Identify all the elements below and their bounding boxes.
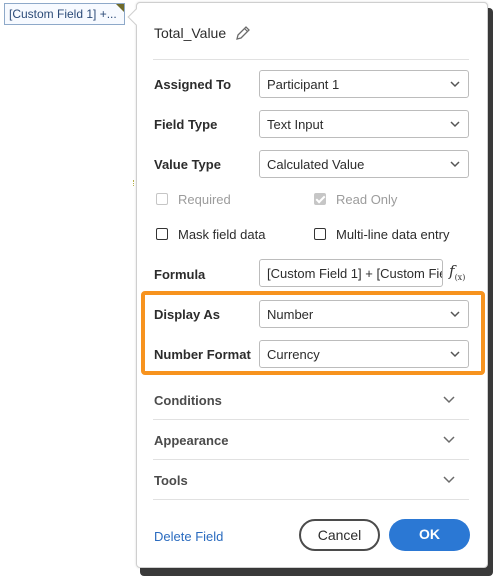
section-conditions[interactable]: Conditions [154,393,222,408]
display-as-value: Number [267,307,314,322]
assigned-to-value: Participant 1 [267,77,340,92]
multi-line-label: Multi-line data entry [336,227,450,242]
fx-icon[interactable]: f(x) [449,262,465,282]
formula-input[interactable]: [Custom Field 1] + [Custom Field 2] [259,259,443,287]
connector-dots [133,180,135,186]
pencil-icon[interactable] [235,25,251,41]
chevron-down-icon [450,161,460,168]
field-corner-marker [115,4,124,13]
number-format-value: Currency [267,347,320,362]
read-only-checkbox[interactable] [314,193,326,205]
cancel-button[interactable]: Cancel [299,519,380,551]
section-tools[interactable]: Tools [154,473,188,488]
divider [153,419,469,420]
panel-notch [127,8,145,26]
chevron-down-icon [450,81,460,88]
delete-field-link[interactable]: Delete Field [154,529,223,544]
field-type-value: Text Input [267,117,324,132]
field-tag-label: [Custom Field 1] +... [9,7,117,21]
multi-line-checkbox[interactable] [314,228,326,240]
chevron-down-icon[interactable] [443,476,455,484]
chevron-down-icon [450,311,460,318]
display-as-label: Display As [154,307,220,322]
chevron-down-icon [450,351,460,358]
ok-button[interactable]: OK [389,519,470,551]
field-tag[interactable]: [Custom Field 1] +... [4,3,125,25]
formula-label: Formula [154,267,206,282]
display-as-select[interactable]: Number [259,300,469,328]
section-appearance[interactable]: Appearance [154,433,228,448]
required-label: Required [178,192,231,207]
value-type-select[interactable]: Calculated Value [259,150,469,178]
field-properties-panel: Total_Value Assigned To Participant 1 Fi… [127,2,488,568]
value-type-value: Calculated Value [267,157,365,172]
chevron-down-icon [450,121,460,128]
number-format-select[interactable]: Currency [259,340,469,368]
divider [153,499,469,500]
divider [153,459,469,460]
mask-field-data-checkbox[interactable] [156,228,168,240]
mask-field-data-label: Mask field data [178,227,266,242]
field-type-label: Field Type [154,117,218,132]
chevron-down-icon[interactable] [443,436,455,444]
assigned-to-label: Assigned To [154,77,232,92]
required-checkbox[interactable] [156,193,168,205]
read-only-label: Read Only [336,192,398,207]
value-type-label: Value Type [154,157,221,172]
field-name-title: Total_Value [154,25,227,41]
chevron-down-icon[interactable] [443,396,455,404]
field-type-select[interactable]: Text Input [259,110,469,138]
number-format-label: Number Format [154,347,251,362]
assigned-to-select[interactable]: Participant 1 [259,70,469,98]
divider [153,59,469,60]
